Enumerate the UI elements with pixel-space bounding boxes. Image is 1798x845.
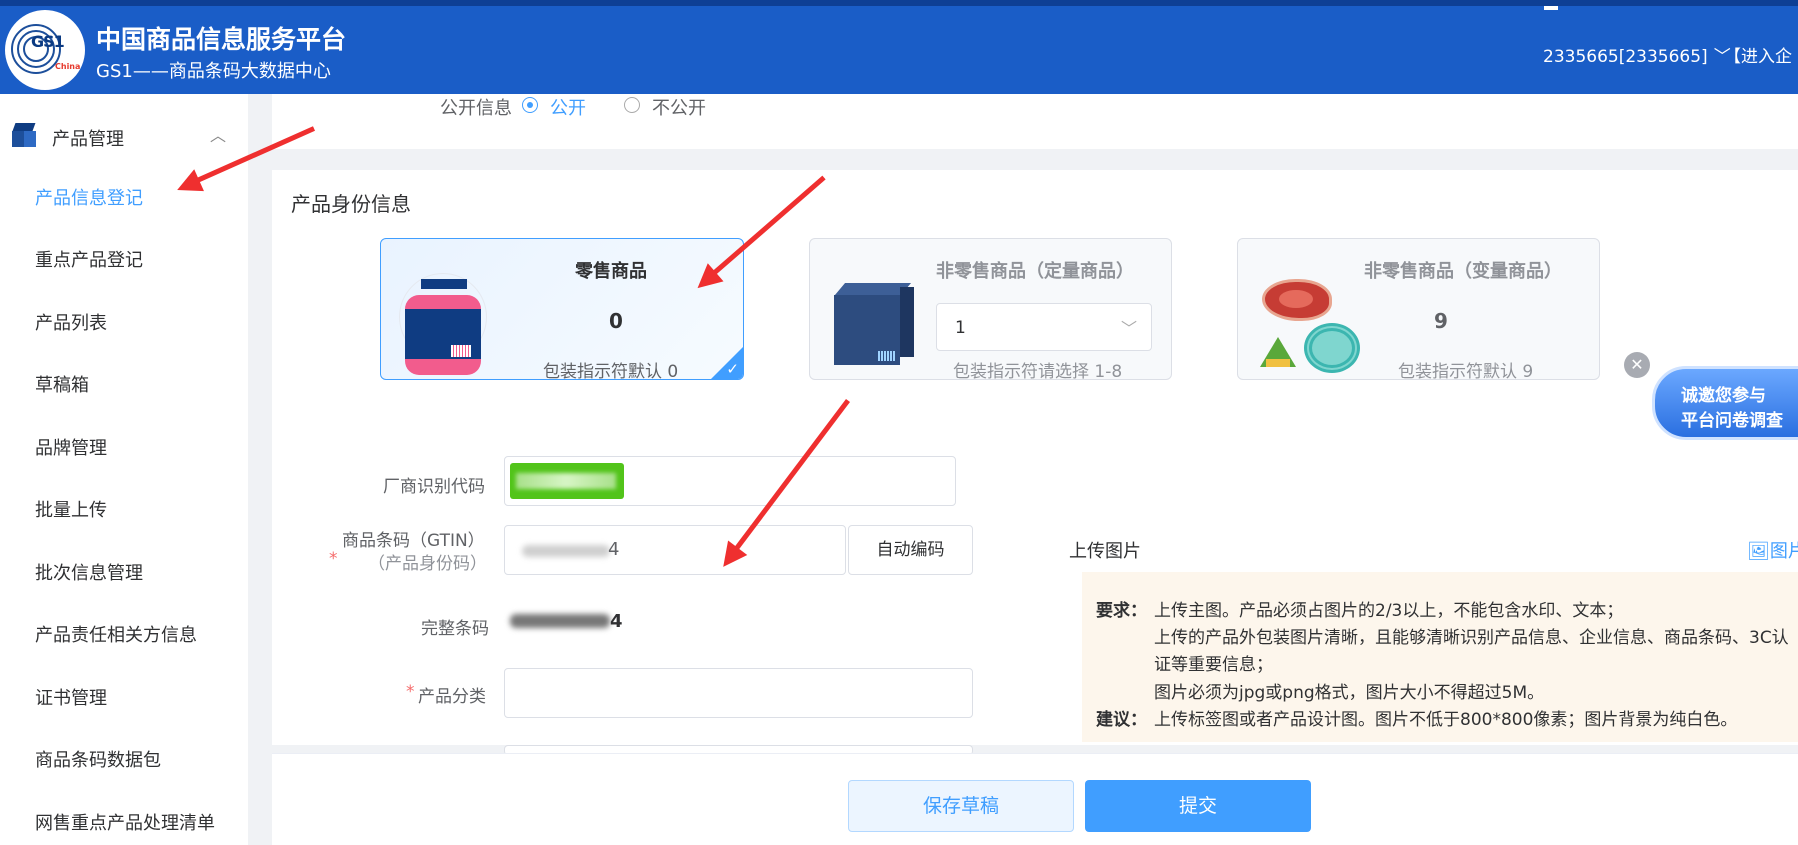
- cube-icon: [10, 123, 38, 149]
- gtin-sublabel: （产品身份码）: [368, 554, 487, 574]
- suggestion-line: 上传标签图或者产品设计图。图片不低于800*800像素；图片背景为纯白色。: [1154, 710, 1738, 730]
- vendor-code-value: [510, 463, 624, 499]
- select-value: 1: [955, 318, 966, 338]
- radio-private-label[interactable]: 不公开: [652, 94, 706, 120]
- radio-public[interactable]: [522, 97, 538, 113]
- chevron-up-icon: ︿: [210, 126, 227, 145]
- enter-enterprise-link[interactable]: 【进入企: [1724, 42, 1792, 67]
- sidebar-item-batch-info[interactable]: 批次信息管理: [35, 559, 143, 585]
- survey-line-2: 平台问卷调查: [1681, 411, 1783, 431]
- top-header: GS1 China 中国商品信息服务平台 GS1——商品条码大数据中心 2335…: [0, 0, 1798, 94]
- platform-title: 中国商品信息服务平台: [96, 25, 347, 54]
- auto-code-button[interactable]: 自动编码: [848, 525, 973, 575]
- radio-public-label[interactable]: 公开: [550, 94, 586, 120]
- full-code-label: 完整条码: [421, 619, 489, 639]
- sidebar: 产品管理 ︿ 产品信息登记 重点产品登记 产品列表 草稿箱 品牌管理 批量上传 …: [0, 94, 248, 845]
- check-icon: ✓: [726, 360, 739, 378]
- sidebar-item-brands[interactable]: 品牌管理: [35, 434, 107, 460]
- box-icon: [834, 283, 916, 365]
- indicator-select[interactable]: 1 ﹀: [936, 303, 1152, 351]
- category-label: 产品分类: [418, 687, 486, 707]
- jar-icon: [399, 273, 487, 375]
- card-note: 包装指示符请选择 1-8: [953, 362, 1123, 380]
- required-mark: *: [329, 549, 338, 569]
- vendor-code-label: 厂商识别代码: [383, 477, 485, 497]
- requirements-key: 要求：: [1096, 601, 1147, 621]
- sidebar-item-product-list[interactable]: 产品列表: [35, 309, 107, 335]
- platform-subtitle: GS1——商品条码大数据中心: [96, 61, 331, 82]
- sidebar-item-certificates[interactable]: 证书管理: [35, 684, 107, 710]
- card-note: 包装指示符默认 9: [1398, 362, 1534, 380]
- gs1-logo[interactable]: GS1 China: [5, 10, 85, 90]
- sidebar-group-product-management[interactable]: 产品管理 ︿: [10, 118, 240, 152]
- sidebar-item-key-product[interactable]: 重点产品登记: [35, 246, 143, 272]
- chevron-down-icon: ﹀: [1120, 319, 1137, 338]
- survey-line-1: 诚邀您参与: [1681, 386, 1766, 406]
- card-number: 0: [609, 309, 623, 333]
- suggestion-key: 建议：: [1096, 710, 1147, 730]
- full-code-masked-value: [510, 614, 610, 628]
- sidebar-item-batch-upload[interactable]: 批量上传: [35, 496, 107, 522]
- public-info-panel: 公开信息 公开 不公开: [272, 94, 1798, 149]
- requirement-line: 图片必须为jpg或png格式，图片大小不得超过5M。: [1154, 683, 1545, 703]
- requirement-line: 上传主图。产品必须占图片的2/3以上，不能包含水印、文本；: [1154, 601, 1624, 621]
- gtin-masked-value: [522, 545, 610, 557]
- card-title: 非零售商品（变量商品）: [1364, 261, 1562, 282]
- upload-image-link[interactable]: 🖼图片: [1747, 537, 1798, 563]
- survey-invite-button[interactable]: 诚邀您参与 平台问卷调查: [1652, 366, 1798, 440]
- meat-icon: [1260, 279, 1360, 377]
- close-icon[interactable]: ✕: [1624, 352, 1650, 378]
- requirement-line: 证等重要信息；: [1154, 655, 1273, 675]
- full-code-tail: 4: [610, 611, 623, 632]
- sidebar-group-label: 产品管理: [52, 129, 124, 150]
- gtin-label: 商品条码（GTIN）: [342, 531, 485, 551]
- user-menu[interactable]: 2335665[2335665] ﹀: [1543, 42, 1731, 67]
- gtin-tail: 4: [608, 539, 620, 560]
- submit-button[interactable]: 提交: [1085, 780, 1311, 832]
- category-required-mark: *: [406, 682, 415, 702]
- save-draft-button[interactable]: 保存草稿: [848, 780, 1074, 832]
- sidebar-item-product-registration[interactable]: 产品信息登记: [35, 184, 143, 210]
- card-retail[interactable]: 零售商品 0 包装指示符默认 0 ✓: [380, 238, 744, 380]
- upload-title: 上传图片: [1069, 541, 1141, 562]
- user-name: 2335665[2335665]: [1543, 47, 1708, 67]
- upload-requirements: 要求： 上传主图。产品必须占图片的2/3以上，不能包含水印、文本； 上传的产品外…: [1082, 572, 1798, 742]
- card-nonretail-variable[interactable]: 非零售商品（变量商品） 9 包装指示符默认 9: [1237, 238, 1600, 380]
- section-title: 产品身份信息: [291, 192, 411, 216]
- sidebar-item-barcode-package[interactable]: 商品条码数据包: [35, 746, 161, 772]
- radio-private[interactable]: [624, 97, 640, 113]
- sidebar-item-responsible-parties[interactable]: 产品责任相关方信息: [35, 621, 197, 647]
- sidebar-item-online-key-products[interactable]: 网售重点产品处理清单: [35, 809, 215, 835]
- category-input[interactable]: [504, 668, 973, 718]
- card-title: 零售商品: [575, 261, 647, 282]
- logo-text: GS1: [31, 32, 65, 51]
- header-notch: [1544, 6, 1558, 10]
- public-info-label: 公开信息: [440, 98, 512, 119]
- sidebar-item-drafts[interactable]: 草稿箱: [35, 371, 89, 397]
- card-note: 包装指示符默认 0: [543, 362, 679, 380]
- card-number: 9: [1434, 309, 1448, 333]
- requirement-line: 上传的产品外包装图片清晰，且能够清晰识别产品信息、企业信息、商品条码、3C认: [1154, 628, 1789, 648]
- image-icon: 🖼: [1747, 541, 1770, 562]
- logo-sub: China: [55, 62, 81, 71]
- card-nonretail-fixed[interactable]: 非零售商品（定量商品） 1 ﹀ 包装指示符请选择 1-8: [809, 238, 1172, 380]
- footer-bar: 保存草稿 提交: [272, 753, 1798, 845]
- card-title: 非零售商品（定量商品）: [936, 261, 1134, 282]
